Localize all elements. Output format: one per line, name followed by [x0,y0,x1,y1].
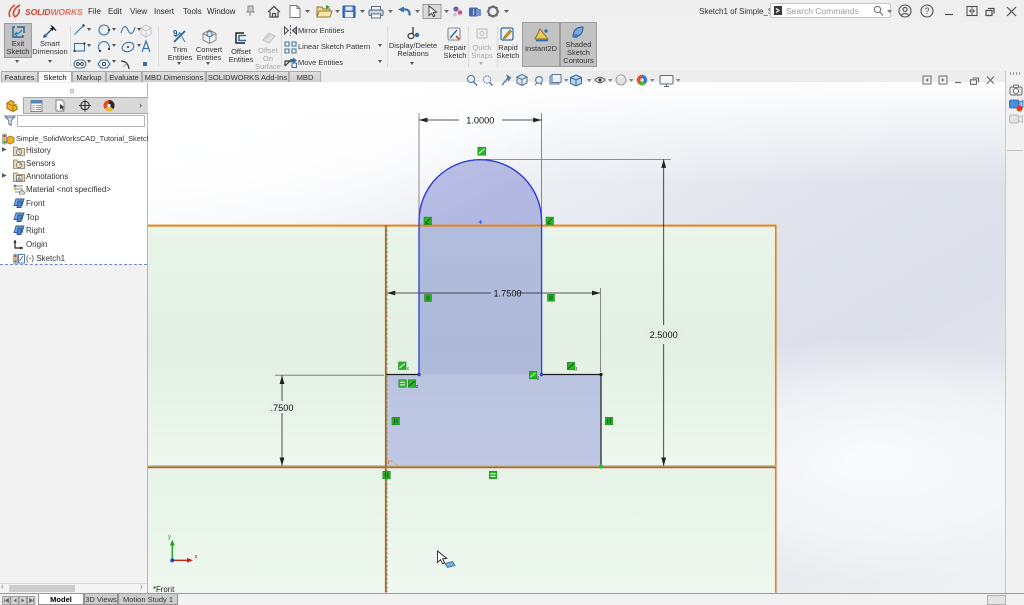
svg-text:.7500: .7500 [271,403,294,413]
svg-text:*Front: *Front [153,585,175,593]
svg-text:2: 2 [537,376,540,382]
svg-text:1.7500: 1.7500 [493,288,521,298]
svg-text:i: i [473,8,475,17]
svg-text:A: A [17,176,21,182]
svg-text:?: ? [924,6,929,16]
svg-text:x: x [195,555,198,561]
svg-text:3: 3 [575,367,578,373]
svg-text:y: y [168,535,171,541]
svg-text:1.0000: 1.0000 [466,116,494,126]
svg-text:2: 2 [416,384,419,390]
svg-text:2.5000: 2.5000 [650,330,678,340]
